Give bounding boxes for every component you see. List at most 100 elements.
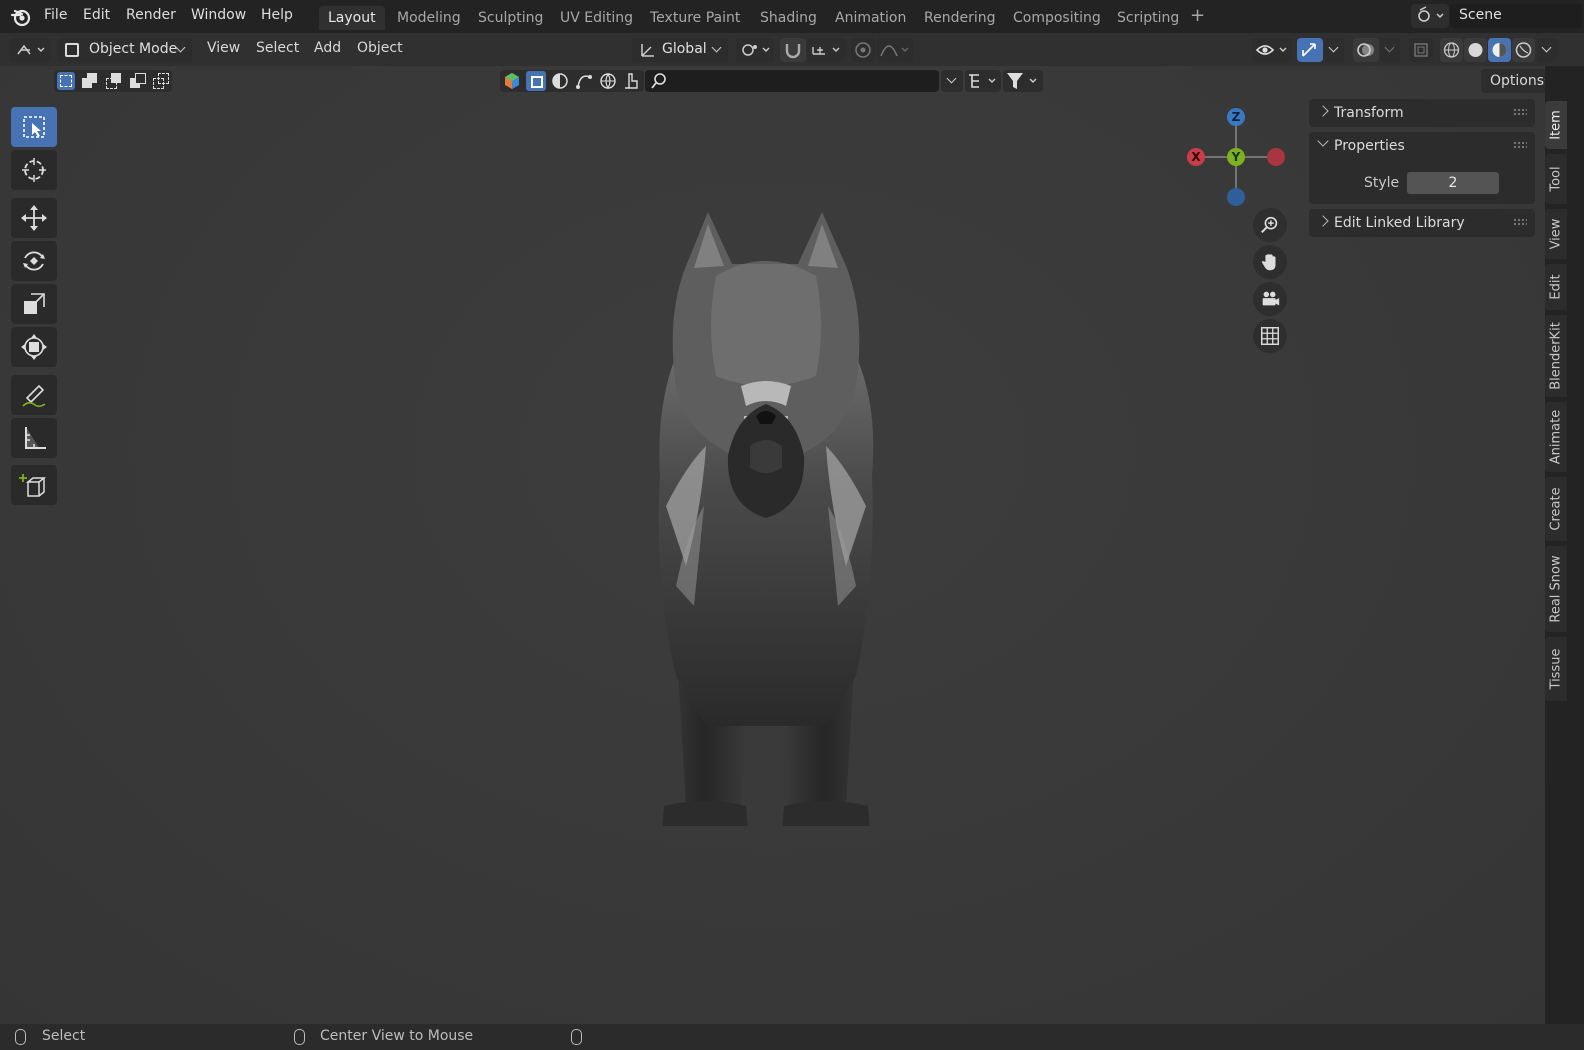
scene-selector-button[interactable] [1411,4,1449,28]
mesh-cube-icon[interactable] [502,71,522,91]
sidebar-tab-real-snow[interactable]: Real Snow [1545,546,1567,632]
menu-render[interactable]: Render [126,7,176,23]
falloff-dropdown[interactable] [877,38,913,62]
object-visibility-dropdown[interactable] [1252,38,1292,62]
shading-solid-button[interactable] [1464,38,1487,62]
menu-view[interactable]: View [207,40,240,56]
menu-window[interactable]: Window [191,7,246,23]
select-box-tool[interactable] [11,107,57,147]
move-tool[interactable] [11,198,57,238]
overlays-dropdown[interactable] [1380,38,1400,62]
gizmo-z-axis[interactable]: Z [1227,108,1245,126]
hierarchy-dropdown[interactable] [965,70,1001,92]
properties-panel-header[interactable]: Properties [1309,132,1535,160]
navigation-gizmo[interactable]: Z X Y [1180,108,1290,218]
drag-grip-icon[interactable] [1513,218,1527,226]
tab-compositing[interactable]: Compositing [1004,6,1110,30]
snap-toggle[interactable] [780,38,806,62]
xray-toggle[interactable] [1409,38,1433,62]
sidebar-tab-animate[interactable]: Animate [1545,402,1567,472]
world-icon[interactable] [598,71,618,91]
sidebar-tab-create[interactable]: Create [1545,477,1567,541]
sidebar-tab-blenderkit[interactable]: BlenderKit [1545,315,1567,397]
tab-animation[interactable]: Animation [826,6,915,30]
armature-icon[interactable] [621,71,641,91]
scene-name-field[interactable]: Scene [1450,4,1582,28]
transform-tool[interactable] [11,327,57,367]
menu-object[interactable]: Object [357,40,403,56]
tab-layout[interactable]: Layout [319,6,385,30]
scale-tool[interactable] [11,284,57,324]
blender-logo-icon[interactable] [10,6,32,28]
perspective-toggle-button[interactable] [1253,319,1287,353]
rotate-tool[interactable] [11,241,57,281]
filter-chevron-button[interactable] [941,70,963,92]
gizmo-dropdown[interactable] [1324,38,1344,62]
drag-grip-icon[interactable] [1513,108,1527,116]
pan-button[interactable] [1253,245,1287,279]
hierarchy-icon [969,74,996,88]
gizmo-y-axis[interactable]: Y [1227,148,1245,166]
menu-edit[interactable]: Edit [83,7,110,23]
tab-shading[interactable]: Shading [751,6,826,30]
sidebar-tab-tool[interactable]: Tool [1545,154,1567,204]
tab-texture-paint[interactable]: Texture Paint [641,6,749,30]
shading-material-button[interactable] [1488,38,1511,62]
annotate-tool[interactable] [11,375,57,415]
chevron-down-icon [1328,42,1339,53]
tab-scripting[interactable]: Scripting [1108,6,1188,30]
tab-sculpting[interactable]: Sculpting [469,6,552,30]
menu-add[interactable]: Add [314,40,341,56]
tab-modeling[interactable]: Modeling [388,6,470,30]
editor-type-button[interactable] [10,38,50,62]
drag-grip-icon[interactable] [1513,141,1527,149]
tab-uv-editing[interactable]: UV Editing [551,6,642,30]
tab-rendering[interactable]: Rendering [915,6,1005,30]
select-subtract-icon[interactable] [106,73,122,89]
transform-icon [21,334,47,360]
add-workspace-icon[interactable]: + [1190,5,1205,26]
3d-viewport[interactable]: Options Z X Y Transform Properties Style… [0,66,1561,1024]
wolf-model[interactable] [646,206,886,826]
half-sphere-icon[interactable] [550,71,570,91]
pivot-point-dropdown[interactable] [736,38,774,62]
style-value-field[interactable]: 2 [1407,172,1499,194]
transform-panel-header[interactable]: Transform [1309,99,1535,127]
falloff-curve-icon [880,45,909,57]
sidebar-tab-view[interactable]: View [1545,209,1567,259]
search-field[interactable] [645,70,939,92]
edit-linked-library-panel-header[interactable]: Edit Linked Library [1309,209,1535,237]
transform-orientation-dropdown[interactable]: Global [632,38,728,62]
cursor-tool[interactable] [11,150,57,190]
gizmo-x-axis[interactable]: X [1187,148,1205,166]
select-extend-icon[interactable] [82,73,98,89]
bezier-icon[interactable] [574,71,594,91]
menu-select[interactable]: Select [256,40,299,56]
proportional-edit-toggle[interactable] [851,38,875,62]
camera-view-button[interactable] [1253,282,1287,316]
select-box-new-icon[interactable] [57,72,75,90]
gizmo-neg-x-axis[interactable] [1267,148,1285,166]
menu-file[interactable]: File [44,7,67,23]
shading-wireframe-button[interactable] [1440,38,1463,62]
sidebar-tab-tissue[interactable]: Tissue [1545,637,1567,701]
chevron-down-icon [946,73,957,84]
gizmo-toggle[interactable] [1297,38,1323,62]
shading-rendered-button[interactable] [1512,38,1535,62]
sidebar-tab-edit[interactable]: Edit [1545,264,1567,310]
scene-name: Scene [1459,7,1502,23]
add-cube-tool[interactable] [11,465,57,505]
menu-help[interactable]: Help [261,7,293,23]
mode-dropdown[interactable]: Object Mode [58,38,192,62]
snap-target-dropdown[interactable] [807,38,845,62]
funnel-filter-dropdown[interactable] [1003,70,1043,92]
select-object-icon[interactable] [526,71,546,91]
select-intersect-icon[interactable] [153,73,169,89]
zoom-button[interactable] [1253,208,1287,242]
measure-tool[interactable] [11,418,57,458]
select-invert-icon[interactable] [130,73,146,89]
overlays-toggle[interactable] [1353,38,1379,62]
shading-dropdown[interactable] [1537,38,1557,62]
sidebar-tab-item[interactable]: Item [1545,101,1567,149]
gizmo-neg-z-axis[interactable] [1227,188,1245,206]
